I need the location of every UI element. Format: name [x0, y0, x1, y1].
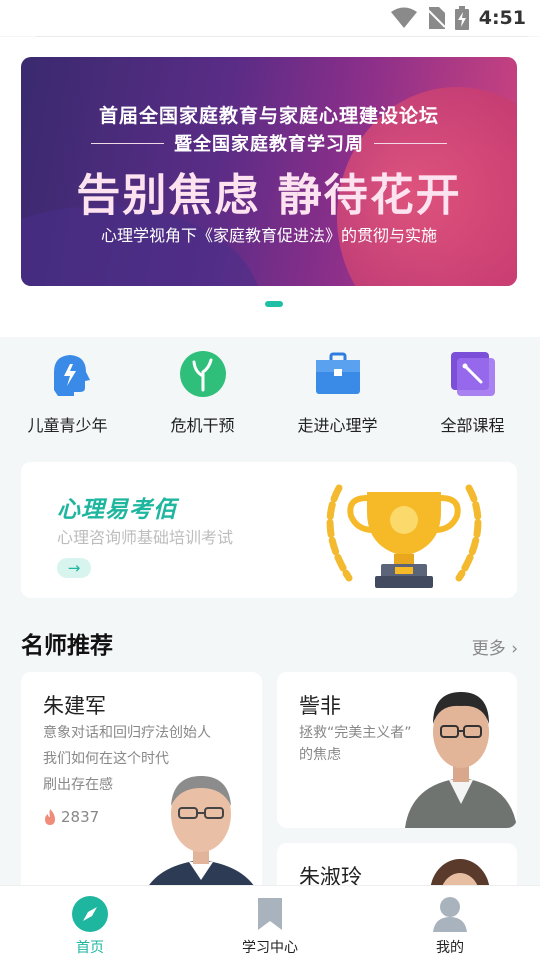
teacher-name: 訾非 [299, 694, 341, 718]
teacher-desc: 的焦虑 [299, 747, 341, 763]
divider [374, 142, 447, 144]
teacher-card[interactable]: 朱建军 意象对话和回归疗法创始人 我们如何在这个时代 刷出存在感 2837 [21, 672, 262, 902]
teacher-photo [405, 692, 517, 828]
category-label: 危机干预 [170, 416, 235, 435]
clock: 4:51 [478, 7, 526, 29]
more-label: 更多 [471, 639, 506, 659]
category-all[interactable]: 全部课程 [405, 350, 540, 440]
bottom-nav: 首页 学习中心 我的 [0, 885, 540, 960]
category-label: 全部课程 [440, 416, 505, 435]
promo-banner[interactable]: 首届全国家庭教育与家庭心理建设论坛 暨全国家庭教育学习周 告别焦虑 静待花开 心… [21, 57, 517, 286]
nav-label: 我的 [436, 940, 464, 956]
arrow-right-icon[interactable]: → [57, 558, 91, 578]
flame-icon [45, 809, 55, 825]
category-label: 走进心理学 [297, 416, 378, 435]
nav-label: 首页 [76, 940, 104, 956]
exam-promo-card[interactable]: 心理易考佰 心理咨询师基础培训考试 → [21, 462, 517, 598]
banner-area: 首届全国家庭教育与家庭心理建设论坛 暨全国家庭教育学习周 告别焦虑 静待花开 心… [0, 37, 540, 337]
category-psychology[interactable]: 走进心理学 [270, 350, 405, 440]
section-title: 名师推荐 [21, 633, 113, 659]
category-row: 儿童青少年 危机干预 走进心理学 全部课程 [0, 350, 540, 440]
teacher-desc: 意象对话和回归疗法创始人 [43, 725, 211, 741]
child-head-icon [44, 350, 92, 398]
battery-charging-icon [454, 6, 469, 30]
all-courses-icon [449, 350, 497, 398]
category-children[interactable]: 儿童青少年 [0, 350, 135, 440]
bookmark-icon [258, 898, 282, 930]
chevron-right-icon: › [511, 639, 518, 659]
banner-line2: 暨全国家庭教育学习周 [174, 134, 364, 155]
sprout-icon [179, 350, 227, 398]
category-crisis[interactable]: 危机干预 [135, 350, 270, 440]
view-count: 2837 [43, 808, 99, 826]
carousel-indicator[interactable] [265, 301, 283, 307]
compass-icon [72, 896, 108, 932]
divider [91, 142, 164, 144]
banner-line2-row: 暨全国家庭教育学习周 [91, 130, 447, 156]
nav-profile[interactable]: 我的 [360, 886, 540, 960]
exam-subtitle: 心理咨询师基础培训考试 [57, 528, 234, 547]
wifi-icon [390, 7, 417, 28]
nav-home[interactable]: 首页 [0, 886, 180, 960]
more-link[interactable]: 更多 › [472, 634, 518, 659]
nav-label: 学习中心 [242, 940, 298, 956]
teacher-desc: 刷出存在感 [43, 777, 113, 793]
teacher-card[interactable]: 訾非 拯救“完美主义者” 的焦虑 [277, 672, 517, 828]
trophy-icon [326, 484, 482, 588]
status-bar: 4:51 [0, 0, 540, 36]
user-icon [433, 897, 467, 932]
teacher-name: 朱建军 [43, 694, 106, 718]
briefcase-icon [314, 350, 362, 398]
banner-line4: 心理学视角下《家庭教育促进法》的贯彻与实施 [100, 226, 437, 245]
teacher-photo [141, 776, 262, 902]
teacher-desc: 我们如何在这个时代 [43, 751, 169, 767]
view-count-value: 2837 [61, 808, 100, 826]
no-sim-icon [426, 7, 445, 29]
nav-learning[interactable]: 学习中心 [180, 886, 360, 960]
banner-line1: 首届全国家庭教育与家庭心理建设论坛 [98, 105, 439, 127]
banner-headline: 告别焦虑 静待花开 [76, 170, 462, 221]
exam-title: 心理易考佰 [57, 497, 177, 523]
category-label: 儿童青少年 [27, 416, 108, 435]
